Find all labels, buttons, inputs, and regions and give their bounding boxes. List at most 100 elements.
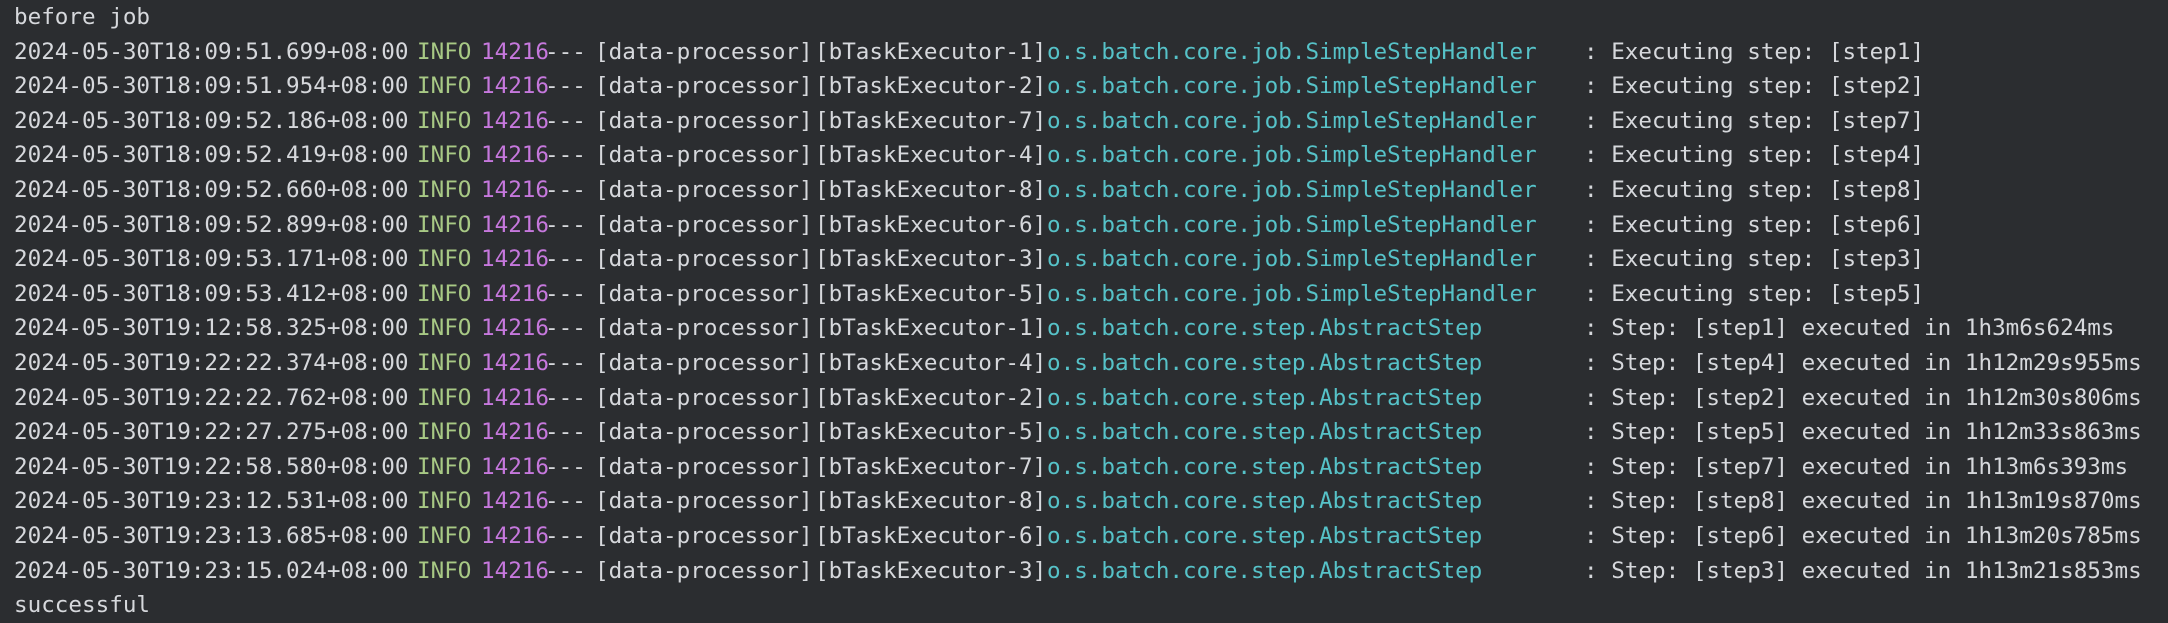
log-timestamp: 2024-05-30T18:09:53.171+08:00	[14, 246, 409, 273]
log-level: INFO	[417, 176, 472, 203]
log-thread: [bTaskExecutor-1]	[815, 315, 1047, 342]
log-line: 2024-05-30T18:09:53.412+08:00 INFO 14216--…	[14, 277, 2168, 312]
footer-line: successful	[14, 592, 151, 619]
log-logger: o.s.batch.core.step.AbstractStep	[1047, 419, 1483, 446]
log-separator: ---	[545, 107, 586, 134]
log-line: 2024-05-30T19:22:27.275+08:00 INFO 14216--…	[14, 415, 2168, 450]
log-app-name: [data-processor]	[595, 384, 813, 411]
log-separator: ---	[545, 488, 586, 515]
log-separator: ---	[545, 419, 586, 446]
log-pid: 14216	[481, 176, 550, 203]
log-timestamp: 2024-05-30T19:23:12.531+08:00	[14, 488, 409, 515]
log-separator: ---	[545, 176, 586, 203]
log-separator: ---	[545, 384, 586, 411]
log-timestamp: 2024-05-30T19:22:58.580+08:00	[14, 453, 409, 480]
log-timestamp: 2024-05-30T18:09:51.954+08:00	[14, 73, 409, 100]
log-message: : Executing step: [step3]	[1584, 246, 1925, 273]
log-timestamp: 2024-05-30T18:09:51.699+08:00	[14, 38, 409, 65]
log-message: : Executing step: [step8]	[1584, 176, 1925, 203]
log-separator: ---	[545, 349, 586, 376]
log-app-name: [data-processor]	[595, 557, 813, 584]
log-thread: [bTaskExecutor-3]	[815, 246, 1047, 273]
log-thread: [bTaskExecutor-3]	[815, 557, 1047, 584]
log-logger: o.s.batch.core.job.SimpleStepHandler	[1047, 38, 1537, 65]
log-level: INFO	[417, 38, 472, 65]
log-separator: ---	[545, 73, 586, 100]
log-line: 2024-05-30T18:09:51.699+08:00 INFO 14216--…	[14, 35, 2168, 70]
log-timestamp: 2024-05-30T19:12:58.325+08:00	[14, 315, 409, 342]
log-logger: o.s.batch.core.job.SimpleStepHandler	[1047, 280, 1537, 307]
log-separator: ---	[545, 315, 586, 342]
log-app-name: [data-processor]	[595, 522, 813, 549]
log-timestamp: 2024-05-30T18:09:52.419+08:00	[14, 142, 409, 169]
log-pid: 14216	[481, 211, 550, 238]
log-line: 2024-05-30T19:22:22.374+08:00 INFO 14216--…	[14, 346, 2168, 381]
log-line: 2024-05-30T19:22:58.580+08:00 INFO 14216--…	[14, 450, 2168, 485]
log-pid: 14216	[481, 38, 550, 65]
log-level: INFO	[417, 488, 472, 515]
log-logger: o.s.batch.core.step.AbstractStep	[1047, 349, 1483, 376]
log-message: : Executing step: [step5]	[1584, 280, 1925, 307]
log-timestamp: 2024-05-30T19:22:27.275+08:00	[14, 419, 409, 446]
log-level: INFO	[417, 107, 472, 134]
log-thread: [bTaskExecutor-2]	[815, 384, 1047, 411]
log-message: : Step: [step3] executed in 1h13m21s853m…	[1584, 557, 2142, 584]
log-line: 2024-05-30T18:09:52.419+08:00 INFO 14216--…	[14, 138, 2168, 173]
log-line: 2024-05-30T18:09:52.186+08:00 INFO 14216--…	[14, 104, 2168, 139]
log-line: 2024-05-30T18:09:51.954+08:00 INFO 14216--…	[14, 69, 2168, 104]
log-separator: ---	[545, 453, 586, 480]
log-message: : Step: [step5] executed in 1h12m33s863m…	[1584, 419, 2142, 446]
log-app-name: [data-processor]	[595, 419, 813, 446]
log-level: INFO	[417, 73, 472, 100]
console-output[interactable]: before job 2024-05-30T18:09:51.699+08:00…	[0, 0, 2168, 618]
log-pid: 14216	[481, 107, 550, 134]
log-thread: [bTaskExecutor-7]	[815, 453, 1047, 480]
log-level: INFO	[417, 280, 472, 307]
log-pid: 14216	[481, 522, 550, 549]
log-separator: ---	[545, 246, 586, 273]
log-pid: 14216	[481, 142, 550, 169]
log-timestamp: 2024-05-30T18:09:52.899+08:00	[14, 211, 409, 238]
log-level: INFO	[417, 384, 472, 411]
log-line: 2024-05-30T19:23:15.024+08:00 INFO 14216--…	[14, 554, 2168, 589]
log-thread: [bTaskExecutor-8]	[815, 488, 1047, 515]
log-separator: ---	[545, 557, 586, 584]
log-message: : Executing step: [step4]	[1584, 142, 1925, 169]
log-level: INFO	[417, 419, 472, 446]
log-app-name: [data-processor]	[595, 38, 813, 65]
log-entries: 2024-05-30T18:09:51.699+08:00 INFO 14216--…	[14, 35, 2168, 589]
log-timestamp: 2024-05-30T19:23:15.024+08:00	[14, 557, 409, 584]
log-app-name: [data-processor]	[595, 349, 813, 376]
log-line: 2024-05-30T19:22:22.762+08:00 INFO 14216--…	[14, 381, 2168, 416]
log-app-name: [data-processor]	[595, 488, 813, 515]
log-message: : Step: [step8] executed in 1h13m19s870m…	[1584, 488, 2142, 515]
log-logger: o.s.batch.core.job.SimpleStepHandler	[1047, 246, 1537, 273]
log-level: INFO	[417, 246, 472, 273]
log-thread: [bTaskExecutor-7]	[815, 107, 1047, 134]
log-pid: 14216	[481, 73, 550, 100]
log-message: : Step: [step6] executed in 1h13m20s785m…	[1584, 522, 2142, 549]
log-message: : Step: [step1] executed in 1h3m6s624ms	[1584, 315, 2115, 342]
log-message: : Step: [step4] executed in 1h12m29s955m…	[1584, 349, 2142, 376]
log-logger: o.s.batch.core.step.AbstractStep	[1047, 384, 1483, 411]
log-separator: ---	[545, 211, 586, 238]
log-line: 2024-05-30T18:09:52.660+08:00 INFO 14216--…	[14, 173, 2168, 208]
log-timestamp: 2024-05-30T18:09:52.660+08:00	[14, 176, 409, 203]
log-level: INFO	[417, 142, 472, 169]
log-app-name: [data-processor]	[595, 211, 813, 238]
log-app-name: [data-processor]	[595, 246, 813, 273]
log-pid: 14216	[481, 246, 550, 273]
log-thread: [bTaskExecutor-4]	[815, 349, 1047, 376]
log-message: : Step: [step7] executed in 1h13m6s393ms	[1584, 453, 2129, 480]
log-pid: 14216	[481, 349, 550, 376]
log-timestamp: 2024-05-30T19:23:13.685+08:00	[14, 522, 409, 549]
log-logger: o.s.batch.core.job.SimpleStepHandler	[1047, 176, 1537, 203]
log-pid: 14216	[481, 557, 550, 584]
log-thread: [bTaskExecutor-6]	[815, 522, 1047, 549]
log-level: INFO	[417, 557, 472, 584]
log-pid: 14216	[481, 419, 550, 446]
log-pid: 14216	[481, 453, 550, 480]
log-app-name: [data-processor]	[595, 280, 813, 307]
log-timestamp: 2024-05-30T19:22:22.374+08:00	[14, 349, 409, 376]
log-level: INFO	[417, 522, 472, 549]
